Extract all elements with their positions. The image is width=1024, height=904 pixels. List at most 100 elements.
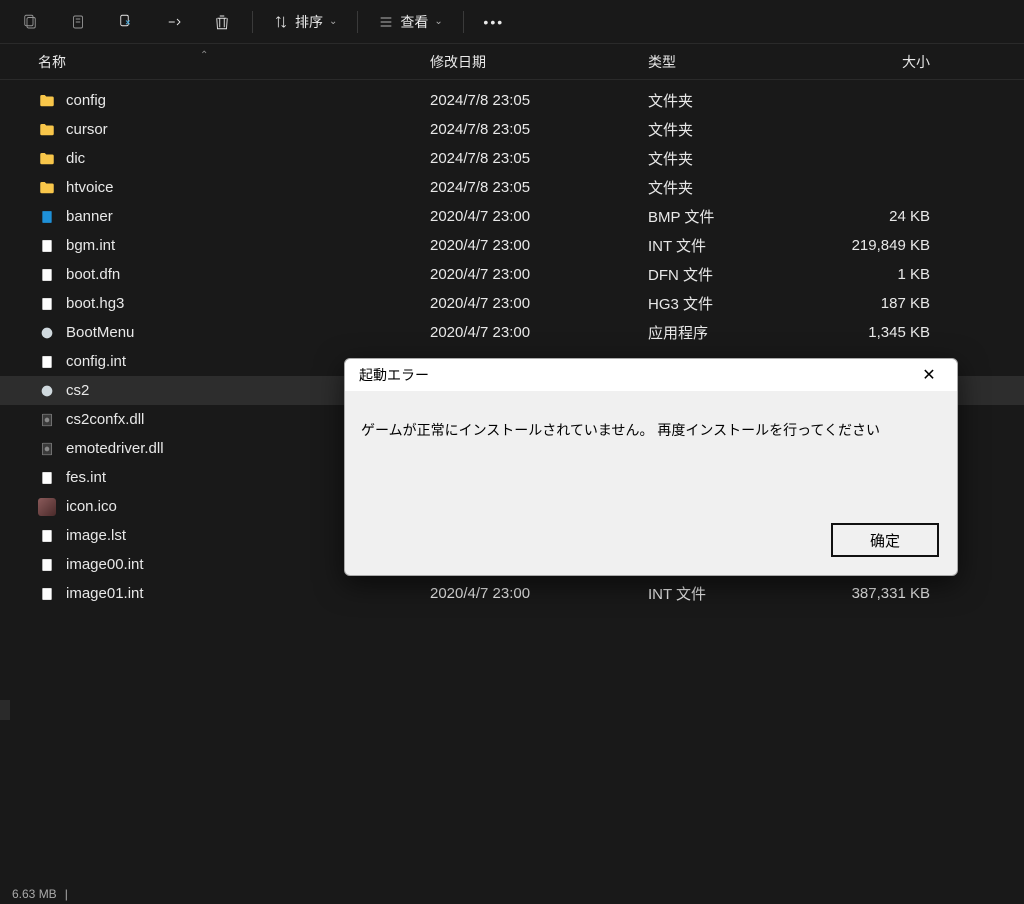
file-name: cs2	[66, 382, 89, 399]
cell-name: banner	[0, 208, 430, 226]
status-text: 6.63 MB	[12, 887, 57, 901]
file-row[interactable]: config2024/7/8 23:05文件夹	[0, 86, 1024, 115]
column-name[interactable]: 名称 ⌃	[0, 52, 430, 72]
status-bar: 6.63 MB |	[0, 884, 1024, 904]
chevron-down-icon: ⌄	[329, 16, 337, 27]
file-name: image00.int	[66, 556, 144, 573]
file-name: dic	[66, 150, 85, 167]
file-row[interactable]: boot.hg3 2020/4/7 23:00HG3 文件187 KB	[0, 289, 1024, 318]
file-blue-icon	[38, 208, 56, 226]
rename-button[interactable]	[152, 4, 196, 40]
column-size-label: 大小	[902, 54, 930, 70]
cell-name: htvoice	[0, 179, 430, 197]
file-row[interactable]: htvoice2024/7/8 23:05文件夹	[0, 173, 1024, 202]
cell-type: DFN 文件	[648, 264, 828, 285]
sort-dropdown[interactable]: 排序 ⌄	[261, 12, 349, 32]
delete-button[interactable]	[200, 4, 244, 40]
copy-button[interactable]	[56, 4, 100, 40]
cell-name: cursor	[0, 121, 430, 139]
cell-type: 文件夹	[648, 148, 828, 169]
file-name: boot.hg3	[66, 295, 124, 312]
cell-type: BMP 文件	[648, 206, 828, 227]
ico-icon	[38, 498, 56, 516]
cell-size: 219,849 KB	[828, 237, 948, 254]
cell-name: boot.dfn	[0, 266, 430, 284]
folder-icon	[38, 179, 56, 197]
file-row[interactable]: cursor2024/7/8 23:05文件夹	[0, 115, 1024, 144]
file-name: icon.ico	[66, 498, 117, 515]
cell-type: INT 文件	[648, 583, 828, 604]
file-row[interactable]: banner2020/4/7 23:00BMP 文件24 KB	[0, 202, 1024, 231]
cell-size: 1 KB	[828, 266, 948, 283]
file-icon	[38, 556, 56, 574]
column-header: 名称 ⌃ 修改日期 类型 大小	[0, 44, 1024, 80]
file-icon	[38, 585, 56, 603]
column-name-label: 名称	[38, 54, 66, 70]
file-icon	[38, 295, 56, 313]
cut-button[interactable]	[8, 4, 52, 40]
file-name: emotedriver.dll	[66, 440, 164, 457]
sort-indicator-icon: ⌃	[200, 50, 208, 61]
dialog-titlebar[interactable]: 起動エラー ✕	[345, 359, 957, 391]
folder-icon	[38, 121, 56, 139]
file-name: fes.int	[66, 469, 106, 486]
cell-name: config	[0, 92, 430, 110]
paste-button[interactable]	[104, 4, 148, 40]
cell-size: 1,345 KB	[828, 324, 948, 341]
cell-size: 24 KB	[828, 208, 948, 225]
toolbar: 排序 ⌄ 查看 ⌄ •••	[0, 0, 1024, 44]
view-dropdown[interactable]: 查看 ⌄	[366, 12, 454, 32]
file-name: image01.int	[66, 585, 144, 602]
chevron-down-icon: ⌄	[434, 16, 442, 27]
file-icon	[38, 469, 56, 487]
file-name: boot.dfn	[66, 266, 120, 283]
status-separator: |	[65, 887, 68, 901]
cell-date: 2024/7/8 23:05	[430, 150, 648, 167]
close-icon: ✕	[922, 365, 935, 385]
column-date[interactable]: 修改日期	[430, 52, 648, 72]
cell-date: 2020/4/7 23:00	[430, 266, 648, 283]
more-button[interactable]: •••	[472, 4, 516, 40]
file-name: htvoice	[66, 179, 114, 196]
dll-icon	[38, 411, 56, 429]
file-row[interactable]: dic 2024/7/8 23:05文件夹	[0, 144, 1024, 173]
folder-icon	[38, 150, 56, 168]
file-icon	[38, 353, 56, 371]
column-type[interactable]: 类型	[648, 52, 828, 72]
cell-size: 187 KB	[828, 295, 948, 312]
cell-type: 应用程序	[648, 322, 828, 343]
cell-date: 2020/4/7 23:00	[430, 585, 648, 602]
file-name: image.lst	[66, 527, 126, 544]
cell-type: HG3 文件	[648, 293, 828, 314]
left-strip	[0, 700, 10, 720]
dialog-actions: 确定	[345, 513, 957, 575]
dialog-body: ゲームが正常にインストールされていません。 再度インストールを行ってください	[345, 391, 957, 513]
file-icon	[38, 237, 56, 255]
app-icon	[38, 324, 56, 342]
column-size[interactable]: 大小	[828, 52, 948, 72]
cell-type: INT 文件	[648, 235, 828, 256]
separator	[252, 11, 253, 33]
file-name: config.int	[66, 353, 126, 370]
cell-type: 文件夹	[648, 90, 828, 111]
column-type-label: 类型	[648, 54, 676, 70]
separator	[463, 11, 464, 33]
cell-name: bgm.int	[0, 237, 430, 255]
cell-date: 2024/7/8 23:05	[430, 121, 648, 138]
file-row[interactable]: image01.int2020/4/7 23:00INT 文件387,331 K…	[0, 579, 1024, 608]
dialog-close-button[interactable]: ✕	[909, 361, 949, 389]
cell-date: 2020/4/7 23:00	[430, 295, 648, 312]
file-name: config	[66, 92, 106, 109]
separator	[357, 11, 358, 33]
cell-date: 2020/4/7 23:00	[430, 208, 648, 225]
cell-date: 2020/4/7 23:00	[430, 237, 648, 254]
cell-date: 2020/4/7 23:00	[430, 324, 648, 341]
dll-icon	[38, 440, 56, 458]
cell-type: 文件夹	[648, 177, 828, 198]
file-row[interactable]: BootMenu2020/4/7 23:00应用程序1,345 KB	[0, 318, 1024, 347]
file-row[interactable]: boot.dfn 2020/4/7 23:00DFN 文件1 KB	[0, 260, 1024, 289]
file-name: cs2confx.dll	[66, 411, 144, 428]
dialog-ok-button[interactable]: 确定	[831, 523, 939, 557]
file-row[interactable]: bgm.int 2020/4/7 23:00INT 文件219,849 KB	[0, 231, 1024, 260]
file-name: bgm.int	[66, 237, 115, 254]
